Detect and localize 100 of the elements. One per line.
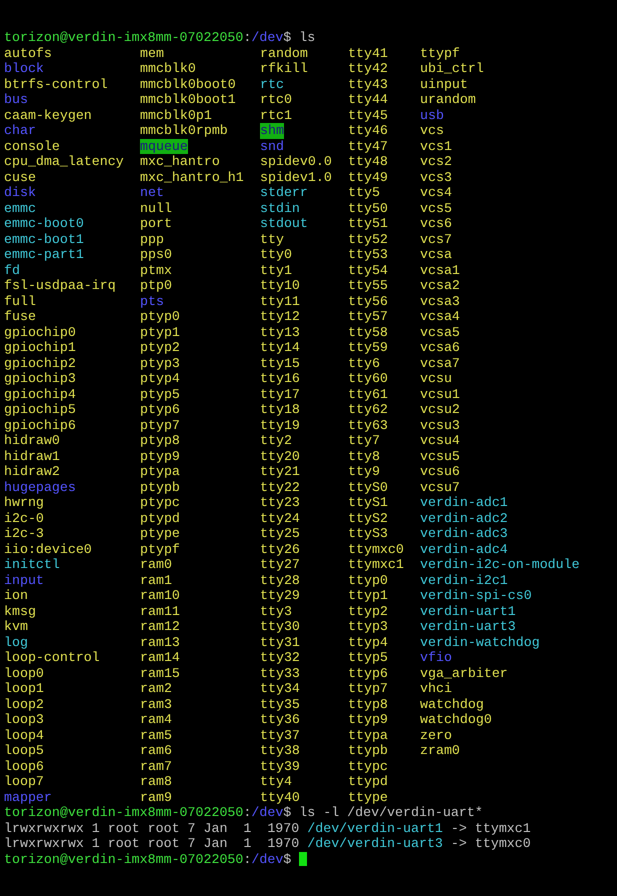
- file-name: ttyp8: [348, 696, 388, 712]
- file-name: tty47: [348, 138, 388, 154]
- file-name: mmcblk0boot0: [140, 76, 236, 92]
- file-name: mmcblk0p1: [140, 108, 212, 123]
- symlink-name: verdin-uart3: [420, 619, 516, 634]
- file-name: ttyS0: [348, 480, 388, 495]
- file-name: tty63: [348, 418, 388, 433]
- file-info: lrwxrwxrwx 1 root root 7 Jan 1 1970: [4, 836, 300, 852]
- symlink-name: verdin-adc2: [420, 510, 508, 526]
- link-target: ttymxc0: [474, 836, 531, 852]
- file-name: fsl-usdpaa-irq: [4, 278, 116, 294]
- file-name: cuse: [4, 170, 36, 185]
- file-name: loop1: [4, 681, 44, 696]
- file-name: ptyp3: [140, 356, 180, 371]
- file-name: tty61: [348, 386, 388, 402]
- directory-name: disk: [4, 185, 36, 200]
- file-name: watchdog: [420, 696, 484, 712]
- file-name: ttyp6: [348, 666, 388, 681]
- file-name: vga_arbiter: [420, 666, 508, 681]
- file-name: ram0: [140, 557, 172, 572]
- file-name: loop0: [4, 666, 44, 681]
- file-name: ptyp7: [140, 418, 180, 433]
- file-name: gpiochip6: [4, 418, 76, 433]
- file-name: tty0: [260, 247, 292, 262]
- symlink-name: verdin-spi-cs0: [420, 588, 532, 604]
- file-name: tty54: [348, 262, 388, 278]
- file-name: ttyp9: [348, 712, 388, 728]
- file-name: vcsu6: [420, 464, 460, 480]
- symlink-name: rtc: [260, 76, 284, 92]
- symlink-name: /dev/verdin-uart3: [307, 836, 443, 852]
- symlink-name: emmc: [4, 200, 36, 216]
- link-target: ttymxc1: [474, 820, 531, 836]
- file-name: mxc_hantro: [140, 154, 220, 170]
- symlink-name: verdin-i2c1: [420, 572, 508, 588]
- file-name: ram4: [140, 712, 172, 728]
- file-name: ion: [4, 588, 28, 604]
- symlink-name: /dev/verdin-uart1: [307, 820, 443, 836]
- directory-name: vfio: [420, 650, 452, 666]
- file-name: ptypc: [140, 495, 180, 510]
- file-name: zram0: [420, 743, 460, 758]
- file-name: hidraw2: [4, 464, 60, 480]
- prompt-path: /dev: [251, 805, 284, 820]
- file-name: ttypd: [348, 774, 388, 790]
- file-name: ttyp5: [348, 650, 388, 666]
- file-name: rtc1: [260, 108, 292, 123]
- file-name: pps0: [140, 247, 172, 262]
- file-name: rtc0: [260, 92, 292, 108]
- file-name: ram9: [140, 790, 172, 805]
- file-name: tty52: [348, 232, 388, 247]
- file-name: ptypa: [140, 464, 180, 480]
- file-name: tty1: [260, 262, 292, 278]
- file-name: vcsu2: [420, 402, 460, 418]
- file-name: caam-keygen: [4, 108, 92, 123]
- arrow-text: ->: [450, 820, 467, 836]
- file-name: tty5: [348, 185, 380, 200]
- command-text: ls -l /dev/verdin-uart*: [299, 805, 483, 820]
- symlink-name: initctl: [4, 557, 60, 572]
- file-name: tty26: [260, 542, 300, 557]
- symlink-name: emmc-boot1: [4, 232, 84, 247]
- file-name: ptyp5: [140, 386, 180, 402]
- prompt-separator: :: [243, 852, 252, 867]
- file-name: ram6: [140, 743, 172, 758]
- file-name: tty49: [348, 170, 388, 185]
- file-name: tty7: [348, 433, 380, 448]
- file-name: vcsa1: [420, 262, 460, 278]
- arrow-text: ->: [450, 836, 467, 852]
- file-name: ram5: [140, 728, 172, 743]
- prompt-user-host: torizon@verdin-imx8mm-07022050: [4, 852, 244, 867]
- file-name: autofs: [4, 46, 52, 61]
- symlink-name: verdin-i2c-on-module: [420, 557, 580, 572]
- file-name: tty14: [260, 340, 300, 356]
- file-name: ram2: [140, 681, 172, 696]
- file-name: btrfs-control: [4, 76, 108, 92]
- file-name: ttypb: [348, 743, 388, 758]
- file-name: tty40: [260, 790, 300, 805]
- file-name: tty23: [260, 495, 300, 510]
- file-name: tty41: [348, 46, 388, 61]
- file-name: ram14: [140, 650, 180, 666]
- file-name: gpiochip2: [4, 356, 76, 371]
- file-name: iio:device0: [4, 542, 92, 557]
- file-name: tty17: [260, 386, 300, 402]
- file-name: ttyp0: [348, 572, 388, 588]
- file-name: mmcblk0boot1: [140, 92, 236, 108]
- file-name: tty2: [260, 433, 292, 448]
- file-name: tty28: [260, 572, 300, 588]
- file-name: ram10: [140, 588, 180, 604]
- file-name: tty4: [260, 774, 292, 790]
- file-name: port: [140, 216, 172, 232]
- file-name: vcsa4: [420, 309, 460, 324]
- file-name: tty36: [260, 712, 300, 728]
- command-text: ls: [299, 30, 316, 46]
- file-name: tty33: [260, 666, 300, 681]
- file-name: vcs5: [420, 200, 452, 216]
- file-name: vcs1: [420, 138, 452, 154]
- file-name: loop4: [4, 728, 44, 743]
- symlink-name: verdin-adc1: [420, 495, 508, 510]
- directory-name: shm: [260, 123, 284, 138]
- file-name: full: [4, 294, 36, 309]
- directory-name: char: [4, 123, 36, 138]
- file-name: tty22: [260, 480, 300, 495]
